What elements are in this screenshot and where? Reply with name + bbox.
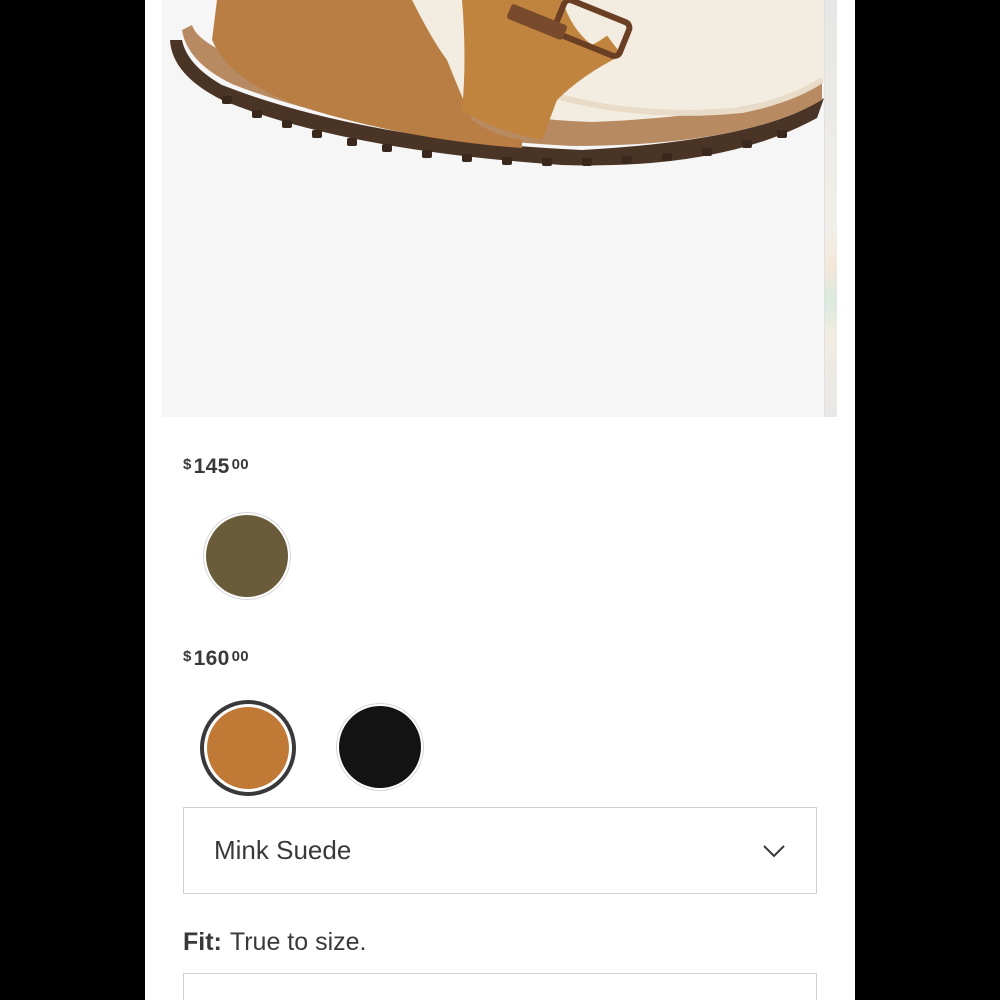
swatch-olive-fill bbox=[206, 515, 288, 597]
swatch-black[interactable] bbox=[336, 703, 424, 791]
price-dollars: 145 bbox=[193, 455, 230, 478]
product-image-gallery[interactable] bbox=[162, 0, 837, 417]
price-cents: 00 bbox=[231, 648, 249, 665]
price-160: $160 00 bbox=[183, 647, 249, 671]
fit-label: Fit: bbox=[183, 928, 222, 956]
swatch-mink[interactable] bbox=[200, 700, 296, 796]
swatch-olive[interactable] bbox=[203, 512, 291, 600]
price-currency: $ bbox=[183, 648, 192, 665]
swatch-black-fill bbox=[339, 706, 421, 788]
price-dollars: 160 bbox=[193, 647, 230, 670]
product-image bbox=[170, 0, 832, 166]
price-currency: $ bbox=[183, 456, 192, 473]
swatch-mink-fill bbox=[207, 707, 289, 789]
next-image-peek[interactable] bbox=[824, 0, 837, 417]
chevron-down-icon bbox=[763, 844, 785, 857]
color-select[interactable]: Mink Suede bbox=[183, 807, 817, 894]
price-cents: 00 bbox=[231, 456, 249, 473]
fit-value: True to size. bbox=[229, 928, 367, 956]
size-select[interactable] bbox=[183, 973, 817, 1000]
price-145: $145 00 bbox=[183, 455, 249, 479]
color-select-value: Mink Suede bbox=[214, 835, 352, 865]
fit-info: Fit: True to size. bbox=[183, 928, 367, 957]
product-page: $145 00 $160 00 Mink Suede Fit: True to siz… bbox=[145, 0, 855, 1000]
